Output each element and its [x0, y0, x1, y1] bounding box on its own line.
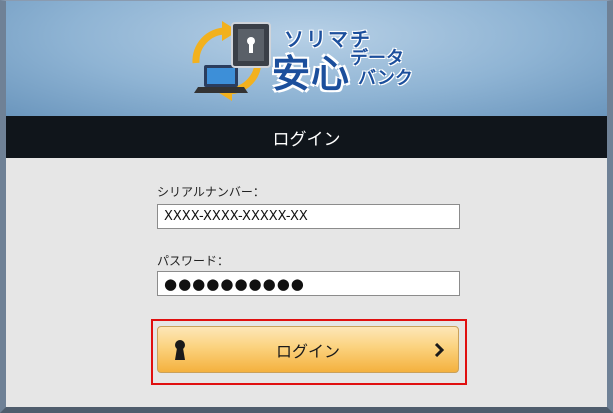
- logo-text-sub-1: データ: [350, 48, 404, 69]
- password-label: パスワード：: [157, 254, 230, 268]
- logo-text-sub: データ バンク: [350, 49, 430, 89]
- chevron-right-icon: [434, 343, 444, 357]
- password-input[interactable]: ●●●●●●●●●●: [157, 271, 460, 296]
- login-form: シリアルナンバー： パスワード： ●●●●●●●●●● ログイン: [6, 158, 607, 407]
- login-button[interactable]: ログイン: [157, 326, 459, 373]
- serial-number-input[interactable]: [157, 204, 460, 229]
- login-window: ソリマチ 安心 データ バンク ログイン シリアルナンバー： パスワード： ●●…: [0, 0, 613, 413]
- solimachi-logo: ソリマチ 安心 データ バンク: [186, 13, 446, 105]
- logo-text-main: 安心: [272, 52, 351, 96]
- page-title-bar: ログイン: [6, 116, 607, 158]
- serial-number-label: シリアルナンバー：: [157, 185, 265, 199]
- header-banner: ソリマチ 安心 データ バンク: [6, 1, 607, 116]
- page-title: ログイン: [272, 129, 341, 150]
- logo-text-sub-2: バンク: [358, 68, 413, 89]
- login-button-label: ログイン: [275, 341, 340, 361]
